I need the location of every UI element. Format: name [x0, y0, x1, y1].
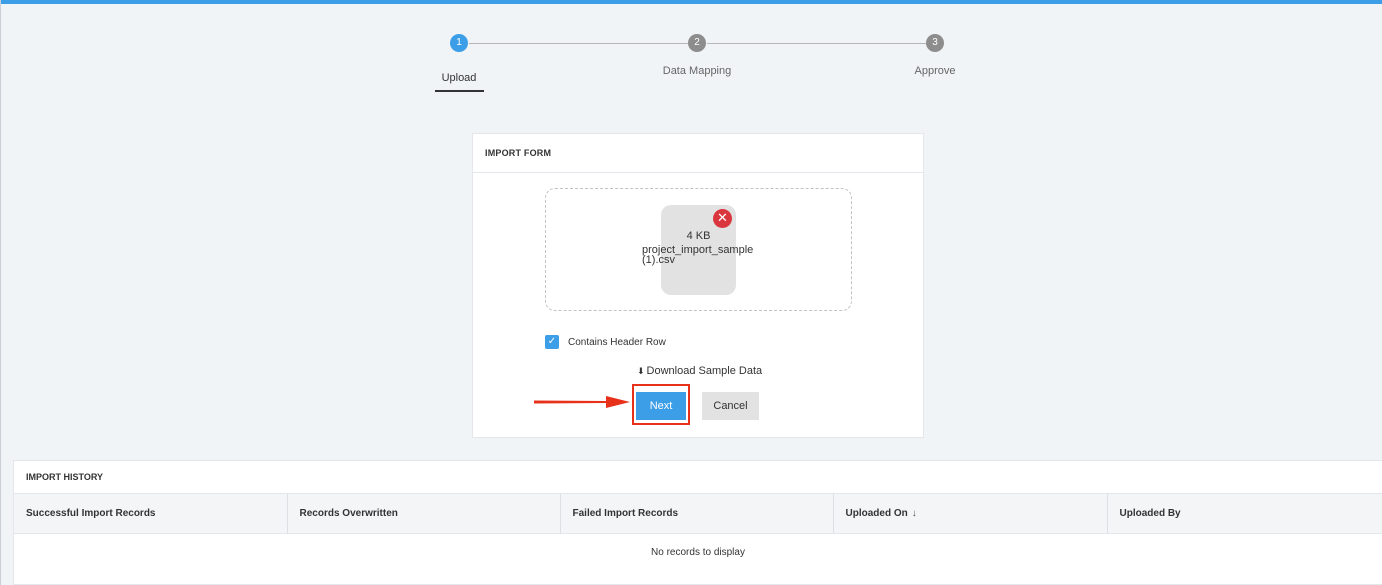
empty-table-message: No records to display — [651, 546, 745, 558]
next-button[interactable]: Next — [636, 392, 686, 420]
column-header-successful-import-records[interactable]: Successful Import Records — [14, 494, 288, 534]
contains-header-row-label: Contains Header Row — [568, 336, 666, 348]
sort-descending-icon[interactable]: ↓ — [912, 508, 917, 519]
column-header-failed-import-records[interactable]: Failed Import Records — [560, 494, 834, 534]
column-header-uploaded-on[interactable]: Uploaded On ↓ — [833, 494, 1108, 534]
file-size: 4 KB — [686, 230, 711, 242]
contains-header-row-option[interactable]: ✓ Contains Header Row — [545, 335, 666, 349]
close-circle-icon[interactable]: ✕ — [713, 209, 732, 228]
step-3-indicator[interactable]: 3 — [926, 34, 944, 52]
import-form-title: IMPORT FORM — [473, 134, 923, 173]
file-dropzone[interactable]: ✕ 4 KB project_import_sample (1).csv — [545, 188, 852, 311]
download-sample-data-link[interactable]: ⬇ Download Sample Data — [637, 365, 762, 377]
column-header-records-overwritten[interactable]: Records Overwritten — [287, 494, 561, 534]
import-history-table: Successful Import Records Records Overwr… — [14, 494, 1382, 571]
step-1-indicator[interactable]: 1 — [450, 34, 468, 52]
step-connector — [707, 43, 926, 44]
download-sample-data-label: Download Sample Data — [646, 365, 763, 377]
uploaded-file-tile: ✕ 4 KB project_import_sample (1).csv — [642, 205, 753, 295]
import-history-panel: IMPORT HISTORY Successful Import Records… — [13, 460, 1382, 585]
red-arrow-annotation — [534, 396, 630, 408]
download-icon: ⬇ — [637, 366, 645, 376]
step-connector — [469, 43, 688, 44]
step-2-indicator[interactable]: 2 — [688, 34, 706, 52]
active-step-underline — [435, 90, 484, 92]
import-stepper: 1 2 3 Upload Data Mapping Approve — [0, 0, 1382, 100]
step-1-label[interactable]: Upload — [399, 72, 519, 84]
file-name: project_import_sample (1).csv — [642, 244, 754, 266]
column-header-uploaded-by[interactable]: Uploaded By — [1107, 494, 1382, 534]
step-2-label[interactable]: Data Mapping — [637, 65, 757, 77]
uploaded-on-label: Uploaded On — [845, 507, 908, 519]
cancel-button[interactable]: Cancel — [702, 392, 759, 420]
contains-header-row-checkbox[interactable]: ✓ — [545, 335, 559, 349]
import-history-title: IMPORT HISTORY — [14, 461, 1382, 494]
step-3-label[interactable]: Approve — [875, 65, 995, 77]
